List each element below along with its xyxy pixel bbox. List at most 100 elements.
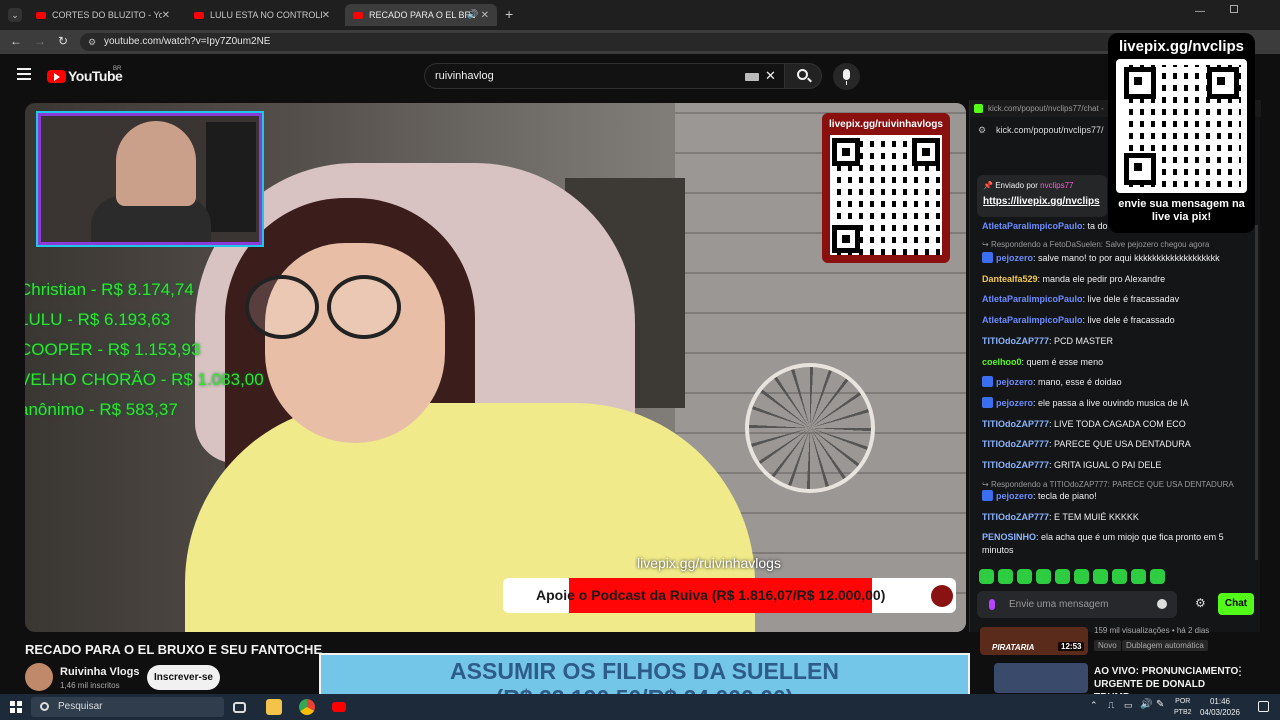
input-language-indicator[interactable]: POR PTB2 xyxy=(1174,696,1192,718)
chat-message[interactable]: TITIOdoZAP777: LIVE TODA CAGADA COM ECO xyxy=(982,418,1250,431)
clear-search-icon[interactable]: ✕ xyxy=(765,64,776,88)
window-minimize-icon[interactable]: — xyxy=(1195,6,1205,17)
site-info-icon[interactable]: ⚙ xyxy=(978,119,986,141)
url-field[interactable]: ⚙ youtube.com/watch?v=Ipy7Z0um2NE xyxy=(80,33,1130,51)
chat-message[interactable]: TITIOdoZAP777: PARECE QUE USA DENTADURA xyxy=(982,438,1250,451)
chat-message[interactable]: pejozero: mano, esse é doidao xyxy=(982,376,1250,389)
youtube-app-icon[interactable] xyxy=(332,702,346,712)
chat-username[interactable]: AtletaParalimpicoPaulo xyxy=(982,294,1083,304)
usb-icon[interactable]: ⎍ xyxy=(1108,700,1114,711)
chat-message-text: mano, esse é doidao xyxy=(1038,377,1122,387)
chat-username[interactable]: TITIOdoZAP777 xyxy=(982,439,1049,449)
chat-username[interactable]: TITIOdoZAP777 xyxy=(982,512,1049,522)
notification-icon[interactable] xyxy=(1258,701,1269,712)
chat-scrollbar[interactable] xyxy=(1255,225,1258,560)
pinned-message[interactable]: 📌 Enviado por nvclips77 https://livepix.… xyxy=(977,175,1107,217)
volume-icon[interactable]: 🔊 xyxy=(1140,699,1152,710)
chrome-icon[interactable] xyxy=(299,699,315,715)
task-view-icon[interactable] xyxy=(233,702,246,713)
taskbar-clock[interactable]: 01:46 04/03/2026 xyxy=(1196,696,1244,718)
chat-message[interactable]: AtletaParalimpicoPaulo: live dele é frac… xyxy=(982,293,1250,306)
video-player[interactable]: Christian - R$ 8.174,74 LULU - R$ 6.193,… xyxy=(25,103,966,632)
chat-message[interactable]: coelhoo0: quem é esse meno xyxy=(982,356,1250,369)
emote-icon[interactable] xyxy=(1055,569,1070,584)
youtube-favicon-icon xyxy=(36,11,46,19)
subscribe-button[interactable]: Inscrever-se xyxy=(147,665,220,690)
chat-username[interactable]: TITIOdoZAP777 xyxy=(982,460,1049,470)
pen-icon[interactable]: ✎ xyxy=(1156,699,1164,710)
related-video-thumbnail[interactable]: PIRATARIA 12:53 xyxy=(980,627,1088,655)
emote-icon[interactable] xyxy=(1112,569,1127,584)
chat-username[interactable]: TITIOdoZAP777 xyxy=(982,419,1049,429)
livepix-url-text: livepix.gg/ruivinhavlogs xyxy=(637,555,781,571)
pinned-link[interactable]: https://livepix.gg/nvclips xyxy=(983,196,1101,207)
chat-message[interactable]: pejozero: salve mano! to por aqui kkkkkk… xyxy=(982,252,1250,265)
keyboard-icon[interactable] xyxy=(745,73,759,81)
search-button[interactable] xyxy=(784,63,822,89)
chat-message[interactable]: AtletaParalimpicoPaulo: live dele é frac… xyxy=(982,314,1250,327)
chat-username[interactable]: pejozero xyxy=(996,398,1033,408)
system-tray-chevron-icon[interactable]: ⌃ xyxy=(1090,700,1098,711)
chat-message-input[interactable]: Envie uma mensagem xyxy=(977,591,1177,618)
chat-message[interactable]: pejozero: tecla de piano! xyxy=(982,490,1250,503)
taskbar-search-box[interactable]: Pesquisar xyxy=(31,697,224,717)
chat-message[interactable]: TITIOdoZAP777: GRITA IGUAL O PAI DELE xyxy=(982,459,1250,472)
microphone-icon[interactable] xyxy=(989,599,995,610)
forward-icon[interactable]: → xyxy=(34,34,46,48)
emote-icon[interactable] xyxy=(998,569,1013,584)
audio-icon[interactable]: 🔊 xyxy=(467,9,478,20)
chat-username[interactable]: pejozero xyxy=(996,253,1033,263)
chat-settings-icon[interactable]: ⚙ xyxy=(1195,596,1206,610)
emote-icon[interactable] xyxy=(1017,569,1032,584)
site-info-icon[interactable]: ⚙ xyxy=(88,33,96,51)
tab-lulu-esta-no-controle[interactable]: LULU ESTA NO CONTROLE DE ✕ xyxy=(186,4,338,26)
channel-avatar[interactable] xyxy=(25,663,53,691)
chat-message[interactable]: PENOSINHO: ela acha que é um miojo que f… xyxy=(982,531,1250,557)
subscriber-count: 1,46 mil inscritos xyxy=(60,681,120,690)
new-tab-button[interactable]: + xyxy=(505,6,513,22)
emoji-icon[interactable] xyxy=(1157,599,1167,609)
chat-username[interactable]: TITIOdoZAP777 xyxy=(982,336,1049,346)
tab-recado-para-o-el-bruxo[interactable]: RECADO PARA O EL BRUXO 🔊 ✕ xyxy=(345,4,497,26)
window-restore-icon[interactable] xyxy=(1230,5,1238,13)
network-icon[interactable]: ▭ xyxy=(1124,700,1133,711)
channel-name[interactable]: Ruivinha Vlogs xyxy=(60,666,139,678)
emote-icon[interactable] xyxy=(979,569,994,584)
chat-username[interactable]: Dantealfa529 xyxy=(982,274,1038,284)
chat-send-button[interactable]: Chat xyxy=(1218,593,1254,615)
chat-username[interactable]: pejozero xyxy=(996,491,1033,501)
emote-icon[interactable] xyxy=(1093,569,1108,584)
chat-message[interactable]: pejozero: ele passa a live ouvindo music… xyxy=(982,397,1250,410)
chat-username[interactable]: PENOSINHO xyxy=(982,532,1036,542)
back-icon[interactable]: ← xyxy=(10,34,22,48)
chat-message-text: GRITA IGUAL O PAI DELE xyxy=(1054,460,1162,470)
emote-icon[interactable] xyxy=(1036,569,1051,584)
chat-username[interactable]: coelhoo0 xyxy=(982,357,1022,367)
chat-popout-url: kick.com/popout/nvclips77/ xyxy=(996,125,1104,135)
emote-icon[interactable] xyxy=(1074,569,1089,584)
windows-start-icon[interactable] xyxy=(10,701,22,713)
reload-icon[interactable]: ↻ xyxy=(58,34,68,48)
emote-icon[interactable] xyxy=(1150,569,1165,584)
menu-icon[interactable] xyxy=(17,68,31,80)
file-explorer-icon[interactable] xyxy=(266,699,282,715)
emote-icon[interactable] xyxy=(1131,569,1146,584)
more-actions-icon[interactable]: ⋮ xyxy=(1234,664,1246,678)
chat-message[interactable]: TITIOdoZAP777: PCD MASTER xyxy=(982,335,1250,348)
url-text: youtube.com/watch?v=Ipy7Z0um2NE xyxy=(104,36,271,47)
tab-close-icon[interactable]: ✕ xyxy=(322,10,330,21)
chat-message[interactable]: Dantealfa529: manda ele pedir pro Alexan… xyxy=(982,273,1250,286)
tab-close-icon[interactable]: ✕ xyxy=(162,10,170,21)
tab-close-icon[interactable]: ✕ xyxy=(481,10,489,21)
chat-username[interactable]: AtletaParalimpicoPaulo xyxy=(982,315,1083,325)
tab-cortes-do-bluzito[interactable]: CORTES DO BLUZITO - YouTube ✕ xyxy=(28,4,178,26)
tab-list-icon[interactable]: ⌄ xyxy=(8,8,22,22)
related-video-thumbnail[interactable] xyxy=(994,663,1088,693)
chat-message[interactable]: TITIOdoZAP777: E TEM MUIÉ KKKKK xyxy=(982,511,1250,524)
glasses-right-lens xyxy=(327,275,401,339)
search-input[interactable]: ruivinhavlog ✕ xyxy=(424,63,786,89)
related-video-meta: 159 mil visualizações • há 2 dias xyxy=(1094,626,1210,635)
chat-username[interactable]: pejozero xyxy=(996,377,1033,387)
chat-username[interactable]: AtletaParalimpicoPaulo xyxy=(982,221,1083,231)
voice-search-button[interactable] xyxy=(833,63,860,90)
